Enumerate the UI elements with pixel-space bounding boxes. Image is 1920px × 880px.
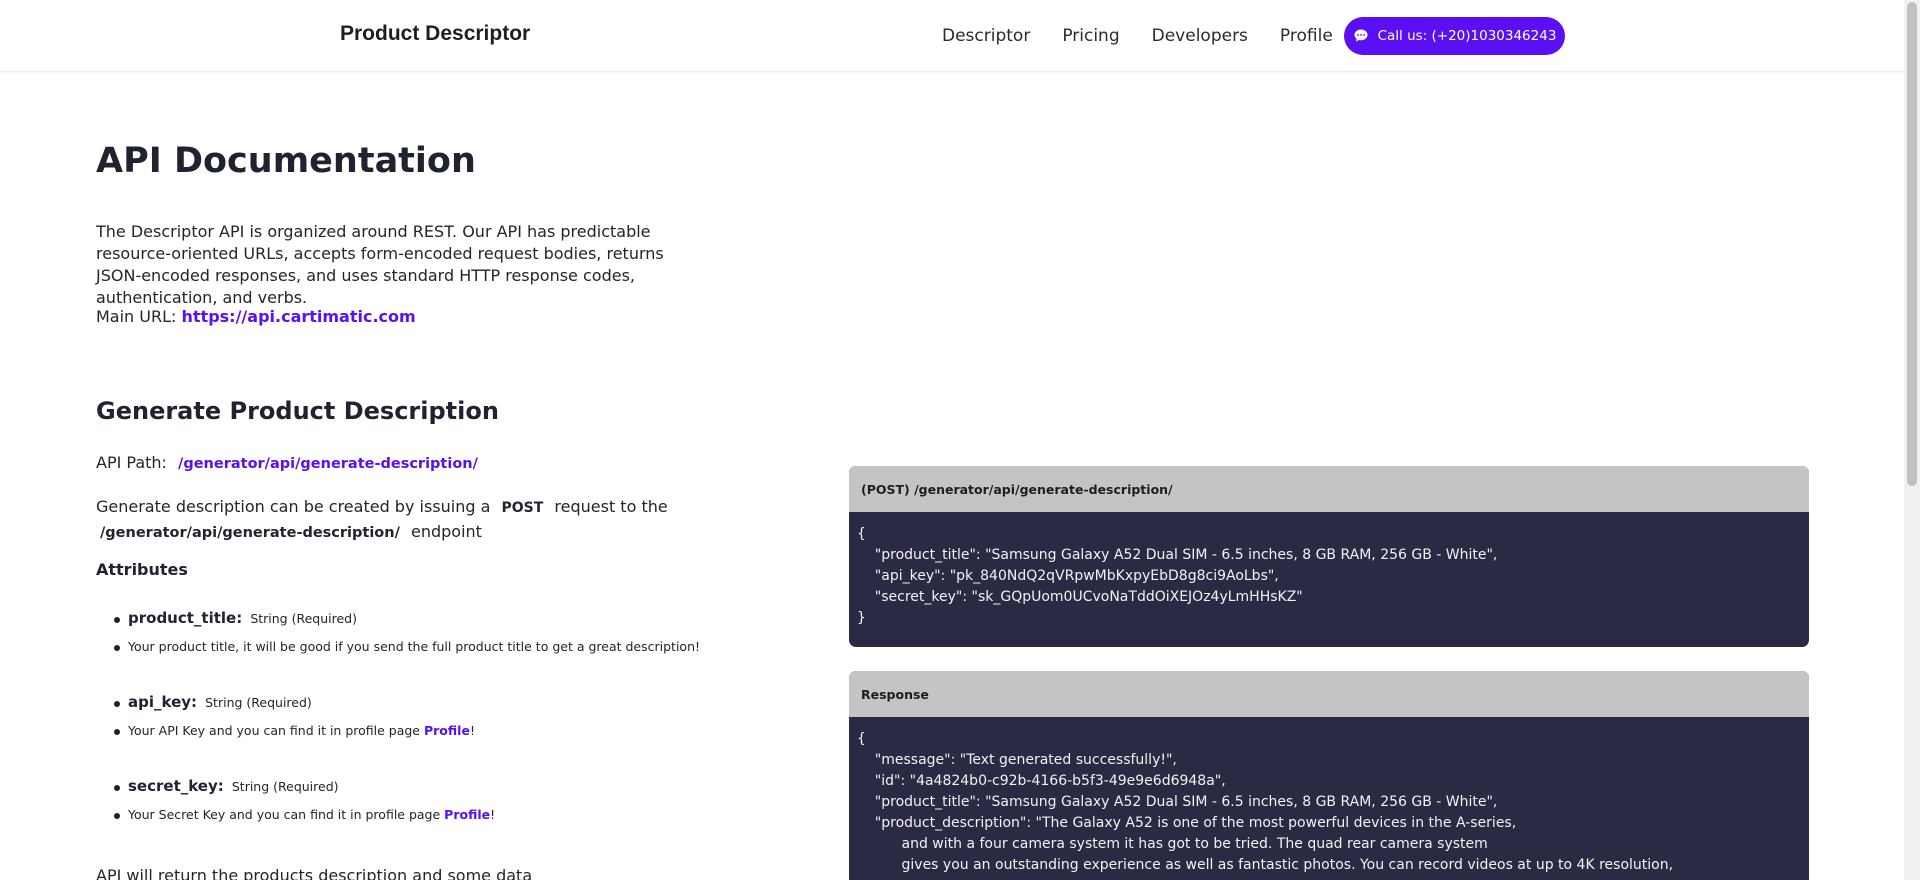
attribute-description: Your API Key and you can find it in prof… — [114, 723, 716, 738]
response-code-panel: Response { "message": "Text generated su… — [849, 671, 1809, 880]
call-us-button[interactable]: Call us: (+20)1030346243 — [1344, 17, 1565, 55]
request-code-panel: (POST) /generator/api/generate-descripti… — [849, 466, 1809, 647]
chat-bubble-icon — [1354, 29, 1368, 42]
response-code-body[interactable]: { "message": "Text generated successfull… — [849, 717, 1809, 880]
intro-paragraph: The Descriptor API is organized around R… — [96, 222, 664, 307]
attribute-name: product_title: — [128, 609, 243, 627]
attributes-list: product_title: String (Required) Your pr… — [96, 608, 716, 860]
nav-pricing[interactable]: Pricing — [1062, 25, 1119, 47]
request-code-body[interactable]: { "product_title": "Samsung Galaxy A52 D… — [849, 512, 1809, 641]
response-intro-text: API will return the products description… — [96, 866, 533, 880]
attribute-desc-text: Your Secret Key and you can find it in p… — [128, 807, 441, 822]
api-path-line: API Path: /generator/api/generate-descri… — [96, 453, 478, 472]
post-text-2: request to the — [554, 497, 668, 516]
main-url-link[interactable]: https://api.cartimatic.com — [182, 307, 416, 326]
top-navbar: Product Descriptor Descriptor Pricing De… — [0, 0, 1904, 72]
profile-link[interactable]: Profile — [444, 807, 490, 822]
attribute-type: String (Required) — [250, 611, 357, 626]
api-path-label: API Path: — [96, 453, 167, 472]
post-description: Generate description can be created by i… — [96, 495, 686, 545]
section-title: Generate Product Description — [96, 397, 499, 425]
attribute-name: secret_key: — [128, 777, 224, 795]
api-path-value: /generator/api/generate-description/ — [178, 456, 478, 472]
attribute-description: Your Secret Key and you can find it in p… — [114, 807, 716, 822]
page-scrollbar[interactable] — [1904, 0, 1920, 880]
attribute-item: api_key: String (Required) Your API Key … — [96, 692, 716, 776]
page-title: API Documentation — [96, 141, 476, 181]
attribute-desc-suffix: ! — [469, 723, 475, 738]
nav-descriptor[interactable]: Descriptor — [942, 25, 1030, 47]
main-nav: Descriptor Pricing Developers Profile — [942, 25, 1365, 47]
request-panel-title: (POST) /generator/api/generate-descripti… — [849, 466, 1809, 512]
attribute-name: api_key: — [128, 693, 198, 711]
post-endpoint: /generator/api/generate-description/ — [100, 525, 400, 541]
attribute-item: product_title: String (Required) Your pr… — [96, 608, 716, 692]
profile-link[interactable]: Profile — [424, 723, 470, 738]
call-us-label: Call us: (+20)1030346243 — [1377, 28, 1557, 44]
nav-profile[interactable]: Profile — [1280, 25, 1333, 47]
attribute-desc-text: Your product title, it will be good if y… — [128, 639, 700, 654]
attributes-heading: Attributes — [96, 560, 188, 579]
attribute-description: Your product title, it will be good if y… — [114, 639, 716, 654]
attribute-desc-text: Your API Key and you can find it in prof… — [128, 723, 420, 738]
post-text-3: endpoint — [410, 522, 482, 541]
scrollbar-thumb[interactable] — [1907, 2, 1917, 486]
post-method: POST — [501, 500, 544, 516]
attribute-type: String (Required) — [205, 695, 312, 710]
main-url-line: Main URL: https://api.cartimatic.com — [96, 307, 416, 326]
response-panel-title: Response — [849, 671, 1809, 717]
attribute-item: secret_key: String (Required) Your Secre… — [96, 776, 716, 860]
main-url-label: Main URL: — [96, 307, 177, 326]
attribute-desc-suffix: ! — [490, 807, 496, 822]
post-text-1: Generate description can be created by i… — [96, 497, 491, 516]
attribute-type: String (Required) — [231, 779, 339, 794]
brand-logo-text[interactable]: Product Descriptor — [340, 22, 530, 46]
nav-developers[interactable]: Developers — [1152, 25, 1248, 47]
